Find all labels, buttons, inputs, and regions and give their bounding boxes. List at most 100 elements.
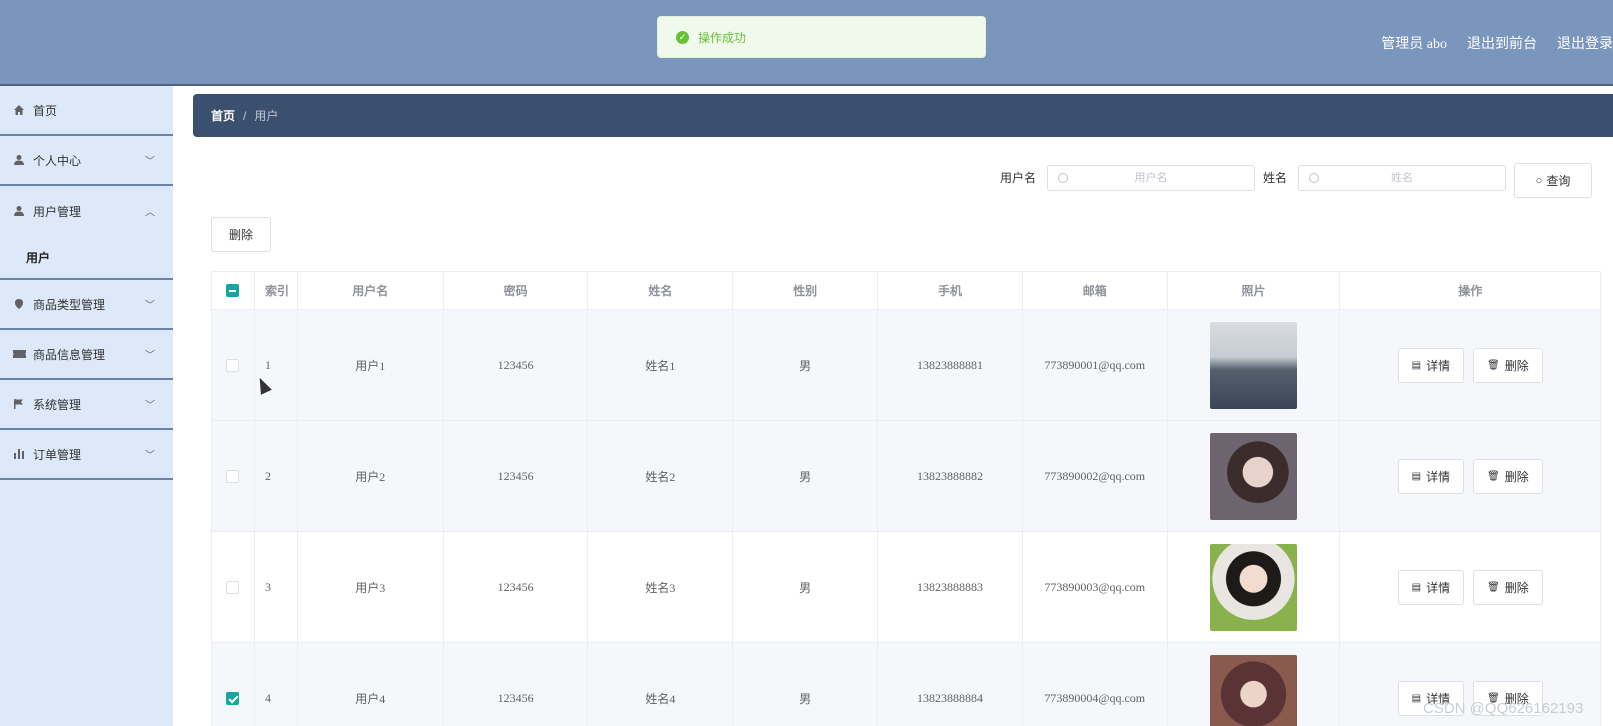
user-photo[interactable] [1210,654,1298,726]
detail-button[interactable]: ▤ 详情 [1397,458,1465,494]
user-icon [12,204,26,218]
cell-name: 姓名3 [588,532,734,642]
column-header[interactable]: 用户名 [298,272,444,309]
sidebar-item-order-mgmt[interactable]: 订单管理 ﹀ [0,430,173,480]
column-header[interactable]: 操作 [1340,272,1600,309]
column-header[interactable]: 性别 [733,272,879,309]
sidebar-item-label: 商品信息管理 [33,347,106,362]
sidebar-item-label: 用户管理 [33,204,82,219]
cell-name: 姓名1 [588,310,734,420]
column-header[interactable]: 密码 [444,272,589,309]
sidebar: 首页 个人中心 ﹀ 用户管理 ︿ 用户 商品类型管理 ﹀ 商品信息管理 ﹀ 系统… [0,86,173,726]
row-checkbox[interactable] [226,469,240,483]
user-photo[interactable] [1210,432,1298,520]
sidebar-subitem-user[interactable]: 用户 [0,236,173,280]
user-icon [12,153,26,167]
user-photo[interactable] [1210,321,1298,409]
check-circle-icon: ✓ [676,30,689,44]
sidebar-item-category-mgmt[interactable]: 商品类型管理 ﹀ [0,280,173,330]
back-to-front-link[interactable]: 退出到前台 [1467,33,1537,53]
user-photo[interactable] [1210,543,1298,631]
sidebar-item-label: 系统管理 [33,397,82,412]
cell-phone: 13823888884 [878,643,1023,726]
logout-link[interactable]: 退出登录 [1557,33,1613,53]
query-button[interactable]: ○ 查询 [1514,163,1592,198]
cell-name: 姓名2 [588,421,734,531]
toast-message: 操作成功 [698,30,747,45]
search-icon: ○ [1535,174,1543,187]
cell-username: 用户4 [298,643,444,726]
cell-email: 773890001@qq.com [1023,310,1168,420]
column-header[interactable]: 索引 [255,272,298,309]
sidebar-item-home[interactable]: 首页 [0,86,173,136]
delete-button[interactable]: 🗑 删除 [1473,569,1543,605]
document-icon: ▤ [1411,692,1422,704]
sidebar-item-system-mgmt[interactable]: 系统管理 ﹀ [0,380,173,430]
detail-button[interactable]: ▤ 详情 [1397,569,1465,605]
document-icon: ▤ [1411,470,1422,482]
detail-label: 详情 [1426,469,1451,484]
cell-password: 123456 [444,532,589,642]
query-button-label: 查询 [1546,174,1571,188]
trash-icon: 🗑 [1487,359,1500,371]
cell-email: 773890004@qq.com [1023,643,1168,726]
cell-name: 姓名4 [588,643,734,726]
cell-username: 用户2 [298,421,444,531]
success-toast: ✓ 操作成功 [657,16,986,58]
row-checkbox[interactable] [226,691,240,705]
delete-label: 删除 [1504,580,1529,595]
column-header[interactable]: 邮箱 [1023,272,1168,309]
table-row: 1 用户1 123456 姓名1 男 13823888881 773890001… [212,310,1600,421]
name-search-input[interactable] [1299,172,1505,184]
cell-gender: 男 [733,421,879,531]
username-search-field[interactable] [1047,165,1255,191]
table-row: 3 用户3 123456 姓名3 男 13823888883 773890003… [212,532,1600,643]
cell-index: 1 [255,310,298,420]
name-search-field[interactable] [1298,165,1506,191]
batch-delete-label: 删除 [228,228,253,242]
flag-icon [12,397,26,411]
username-search-label: 用户名 [1000,171,1037,185]
column-header[interactable]: 照片 [1168,272,1341,309]
sidebar-item-goods-mgmt[interactable]: 商品信息管理 ﹀ [0,330,173,380]
row-checkbox[interactable] [226,358,240,372]
breadcrumb-separator: / [243,108,247,123]
sidebar-item-label: 个人中心 [33,153,82,168]
cell-email: 773890003@qq.com [1023,532,1168,642]
batch-delete-button[interactable]: 删除 [211,217,271,252]
detail-label: 详情 [1426,358,1451,373]
sidebar-item-label: 首页 [33,103,58,118]
sidebar-item-user-mgmt[interactable]: 用户管理 ︿ [0,186,173,236]
cell-gender: 男 [733,643,879,726]
search-icon [1058,173,1068,183]
cell-phone: 13823888883 [878,532,1023,642]
search-icon [1309,173,1319,183]
column-header[interactable]: 姓名 [588,272,734,309]
cell-email: 773890002@qq.com [1023,421,1168,531]
cell-username: 用户3 [298,532,444,642]
chevron-down-icon: ﹀ [145,156,155,168]
table-row: 4 用户4 123456 姓名4 男 13823888884 773890004… [212,643,1600,726]
document-icon: ▤ [1411,581,1422,593]
cell-password: 123456 [444,421,589,531]
detail-button[interactable]: ▤ 详情 [1397,347,1465,383]
admin-label: 管理员 abo [1381,37,1447,52]
delete-button[interactable]: 🗑 删除 [1473,347,1543,383]
username-search-input[interactable] [1048,172,1254,184]
chevron-down-icon: ﹀ [145,350,155,362]
breadcrumb: 首页 / 用户 [193,94,1613,137]
cell-username: 用户1 [298,310,444,420]
select-all-checkbox[interactable] [226,284,240,297]
delete-label: 删除 [1504,358,1529,373]
sidebar-item-personal[interactable]: 个人中心 ﹀ [0,136,173,186]
user-table: 索引 用户名 密码 姓名 性别 手机 邮箱 照片 操作 1 用户1 123456… [211,271,1601,726]
delete-button[interactable]: 🗑 删除 [1473,458,1543,494]
home-icon [12,103,26,117]
trash-icon: 🗑 [1487,470,1500,482]
column-header[interactable]: 手机 [878,272,1023,309]
row-checkbox[interactable] [226,580,240,594]
breadcrumb-home[interactable]: 首页 [211,107,235,124]
delete-label: 删除 [1504,469,1529,484]
watermark: CSDN @QQ626162193 [1423,700,1584,717]
cell-phone: 13823888881 [878,310,1023,420]
